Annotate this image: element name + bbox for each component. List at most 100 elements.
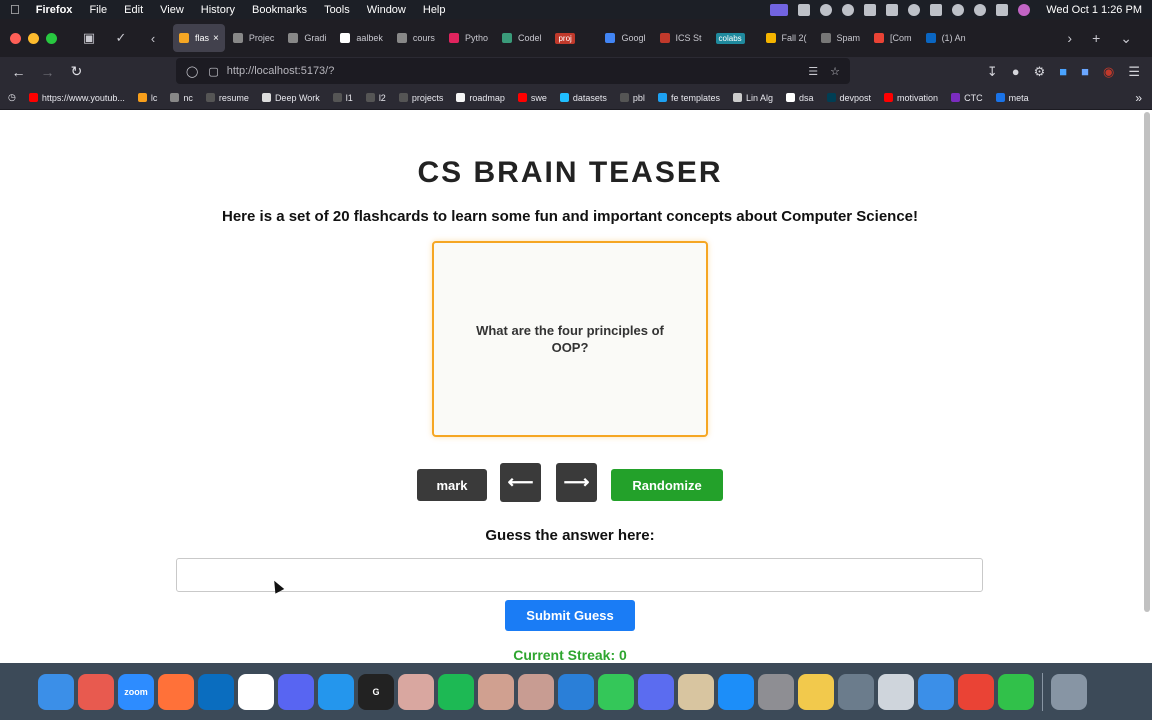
browser-tab[interactable]: colabs — [710, 24, 758, 52]
bookmark-item[interactable]: https://www.youtub... — [28, 93, 125, 103]
menu-bookmarks[interactable]: Bookmarks — [252, 4, 307, 16]
submit-guess-button[interactable]: Submit Guess — [505, 600, 635, 631]
bookmark-item[interactable]: Lin Alg — [732, 93, 773, 103]
settings-gear-icon[interactable] — [638, 673, 674, 710]
url-text[interactable]: http://localhost:5173/? — [227, 65, 335, 77]
siri-icon[interactable] — [1018, 3, 1031, 16]
menu-tools[interactable]: Tools — [324, 4, 350, 16]
history-clock-icon[interactable]: ◷ — [8, 92, 16, 103]
bookmark-item[interactable]: Deep Work — [261, 93, 320, 103]
bookmark-item[interactable]: nc — [170, 93, 193, 103]
bookmark-item[interactable]: fe templates — [657, 93, 720, 103]
bookmark-item[interactable]: devpost — [826, 93, 871, 103]
page-info-icon[interactable]: ▢ — [208, 65, 218, 78]
browser-tab[interactable]: Projec — [227, 24, 281, 52]
tab-scroll-right-icon[interactable]: › — [1067, 30, 1072, 47]
discord-icon[interactable] — [278, 673, 314, 710]
chrome-canary-icon[interactable] — [798, 673, 834, 710]
messages-icon[interactable] — [598, 673, 634, 710]
randomize-button[interactable]: Randomize — [611, 469, 723, 501]
page-scrollbar[interactable] — [1144, 112, 1150, 612]
browser-tab[interactable]: (1) An — [920, 24, 972, 52]
wifi-extra-icon[interactable] — [842, 3, 855, 16]
docker-icon[interactable] — [318, 673, 354, 710]
bookmark-item[interactable]: pbl — [619, 93, 645, 103]
firefox-icon[interactable] — [158, 673, 194, 710]
extension-icon[interactable]: ■ — [1081, 64, 1089, 79]
hamburger-menu-icon[interactable]: ☰ — [1128, 64, 1140, 80]
account-icon[interactable]: ● — [1012, 64, 1020, 79]
tab-list-icon[interactable]: ⌄ — [1120, 30, 1132, 47]
preview-icon[interactable] — [838, 673, 874, 710]
close-tab-icon[interactable]: × — [213, 33, 219, 44]
extension-badge-icon[interactable]: ■ — [1059, 64, 1067, 79]
guess-input[interactable] — [176, 558, 983, 592]
menu-file[interactable]: File — [89, 4, 107, 16]
new-tab-icon[interactable]: + — [1092, 30, 1100, 47]
bookmark-item[interactable]: swe — [517, 93, 547, 103]
menu-bar-clock[interactable]: Wed Oct 1 1:26 PM — [1046, 4, 1142, 16]
apple-menu-icon[interactable]:  — [10, 2, 20, 17]
minimize-window-icon[interactable] — [28, 32, 39, 44]
menu-help[interactable]: Help — [423, 4, 446, 16]
tracking-shield-icon[interactable]: ◯ — [186, 65, 198, 78]
forward-arrow-icon[interactable]: → — [33, 64, 62, 80]
close-window-icon[interactable] — [10, 32, 21, 44]
menu-view[interactable]: View — [160, 4, 184, 16]
anime-app-3-icon[interactable] — [518, 673, 554, 710]
control-center-icon[interactable] — [996, 3, 1009, 16]
wifi-icon[interactable] — [952, 3, 965, 16]
bookmark-item[interactable]: l1 — [332, 93, 353, 103]
mail-icon[interactable] — [918, 673, 954, 710]
spotlight-search-icon[interactable] — [974, 3, 987, 16]
extensions-icon[interactable]: ⚙ — [1034, 64, 1046, 80]
numbers-icon[interactable] — [998, 673, 1034, 710]
anime-app-icon[interactable] — [398, 673, 434, 710]
bookmark-item[interactable]: motivation — [884, 93, 938, 103]
bookmark-item[interactable]: roadmap — [456, 93, 505, 103]
downloads-icon[interactable]: ↧ — [987, 64, 998, 80]
bookmark-item[interactable]: datasets — [559, 93, 607, 103]
chrome-icon[interactable] — [958, 673, 994, 710]
back-arrow-icon[interactable]: ← — [4, 64, 33, 80]
menu-window[interactable]: Window — [367, 4, 406, 16]
browser-tab[interactable]: Googl — [599, 24, 651, 52]
browser-tab[interactable]: proj — [549, 24, 597, 52]
translate-icon[interactable]: ☰ — [808, 65, 818, 78]
bookmark-star-icon[interactable]: ☆ — [830, 65, 840, 78]
bookmark-item[interactable]: dsa — [786, 93, 814, 103]
menu-history[interactable]: History — [201, 4, 235, 16]
vpn-icon[interactable] — [864, 3, 877, 16]
browser-tab[interactable]: [Com — [868, 24, 918, 52]
battery-icon[interactable] — [930, 3, 943, 16]
browser-tab[interactable]: flas × — [173, 24, 225, 52]
bookmark-item[interactable]: meta — [995, 93, 1029, 103]
bookmark-item[interactable]: l2 — [365, 93, 386, 103]
slack-icon[interactable] — [238, 673, 274, 710]
finder-icon[interactable] — [38, 673, 74, 710]
browser-tab[interactable]: ICS St — [654, 24, 708, 52]
next-card-button[interactable]: ⟶ — [556, 463, 597, 502]
zoom-icon[interactable]: zoom — [118, 673, 154, 710]
menu-edit[interactable]: Edit — [124, 4, 143, 16]
launchpad-icon[interactable] — [78, 673, 114, 710]
time-machine-icon[interactable] — [820, 3, 833, 16]
browser-tab[interactable]: Codel — [496, 24, 548, 52]
bookmark-item[interactable]: CTC — [951, 93, 983, 103]
vscode-icon[interactable] — [198, 673, 234, 710]
browser-tab[interactable]: Pytho — [443, 24, 494, 52]
maximize-window-icon[interactable] — [46, 32, 57, 44]
checkmark-icon[interactable]: ✓ — [109, 30, 133, 46]
tab-overview-icon[interactable]: ▣ — [77, 30, 101, 46]
gear-status-icon[interactable] — [798, 3, 811, 16]
goodnotes-icon[interactable]: G — [358, 673, 394, 710]
browser-tab[interactable]: Gradi — [282, 24, 332, 52]
bookmark-item[interactable]: projects — [398, 93, 443, 103]
system-settings-icon[interactable] — [758, 673, 794, 710]
anime-app-2-icon[interactable] — [478, 673, 514, 710]
mark-button[interactable]: mark — [417, 469, 487, 501]
trash-icon[interactable] — [1051, 673, 1087, 710]
browser-tab[interactable]: aalbek — [334, 24, 389, 52]
browser-tab[interactable]: Spam — [815, 24, 867, 52]
previous-card-button[interactable]: ⟵ — [500, 463, 541, 502]
